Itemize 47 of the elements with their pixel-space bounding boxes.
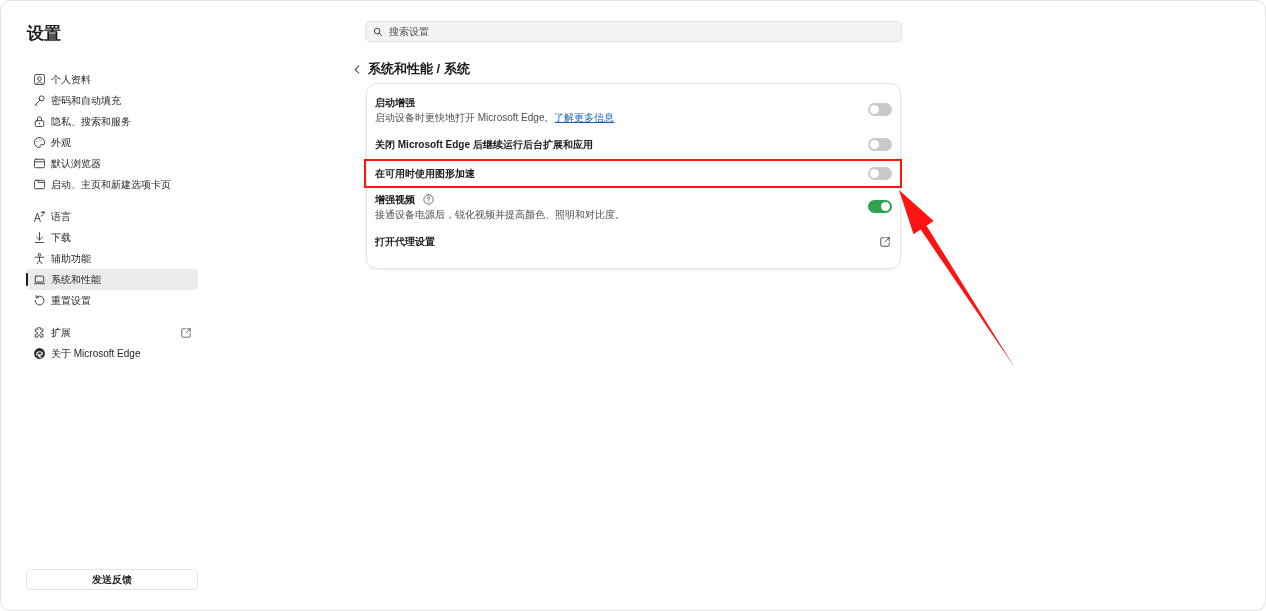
setting-title: 打开代理设置 xyxy=(375,235,435,249)
toggle-switch[interactable] xyxy=(868,167,892,180)
nav-item[interactable]: 隐私、搜索和服务 xyxy=(26,111,198,132)
settings-title: 设置 xyxy=(27,23,61,45)
back-icon[interactable] xyxy=(354,64,360,74)
language-icon xyxy=(34,211,45,222)
reset-icon xyxy=(34,295,45,306)
search-field[interactable]: 搜索设置 xyxy=(365,21,902,42)
person-icon xyxy=(34,74,45,85)
setting-title: 启动增强 xyxy=(375,96,415,110)
browser-logo-icon xyxy=(34,348,45,359)
palette-icon xyxy=(34,137,45,148)
folder-icon xyxy=(34,179,45,190)
laptop-icon xyxy=(34,274,45,285)
key-icon xyxy=(34,95,45,106)
download-icon xyxy=(34,232,45,243)
puzzle-icon xyxy=(34,327,45,338)
lock-icon xyxy=(34,116,45,127)
toggle-switch[interactable] xyxy=(868,200,892,213)
browser-window-icon xyxy=(34,158,45,169)
page-title: 系统和性能 / 系统 xyxy=(368,60,470,78)
nav-item[interactable]: 下载 xyxy=(26,227,198,248)
nav-item[interactable]: 关于 Microsoft Edge xyxy=(26,343,198,364)
setting-title: 增强视频 xyxy=(375,193,415,207)
nav-item[interactable]: 扩展 xyxy=(26,322,198,343)
nav-item[interactable]: 默认浏览器 xyxy=(26,153,198,174)
nav-item[interactable]: 密码和自动填充 xyxy=(26,90,198,111)
setting-description: 启动设备时更快地打开 Microsoft Edge。了解更多信息 xyxy=(375,111,616,124)
accessibility-icon xyxy=(34,253,45,264)
nav-item[interactable]: 启动、主页和新建选项卡页 xyxy=(26,174,198,195)
feedback-button[interactable]: 发送反馈 xyxy=(26,569,198,590)
help-icon[interactable] xyxy=(423,194,434,205)
nav-item[interactable]: 个人资料 xyxy=(26,69,198,90)
nav-item[interactable]: 语言 xyxy=(26,206,198,227)
nav-item[interactable]: 系统和性能 xyxy=(26,269,198,290)
setting-title: 关闭 Microsoft Edge 后继续运行后台扩展和应用 xyxy=(375,138,593,152)
setting-description: 接通设备电源后，锐化视频并提高颜色、照明和对比度。 xyxy=(375,208,626,221)
toggle-switch[interactable] xyxy=(868,138,892,151)
nav-item[interactable]: 外观 xyxy=(26,132,198,153)
search-icon xyxy=(373,27,383,37)
setting-title: 在可用时使用图形加速 xyxy=(375,167,475,181)
nav-item[interactable]: 辅助功能 xyxy=(26,248,198,269)
nav-item[interactable]: 重置设置 xyxy=(26,290,198,311)
external-link-icon[interactable] xyxy=(181,327,191,338)
toggle-switch[interactable] xyxy=(868,103,892,116)
learn-more-link[interactable]: 了解更多信息 xyxy=(554,112,615,123)
external-link-icon[interactable] xyxy=(880,236,890,247)
